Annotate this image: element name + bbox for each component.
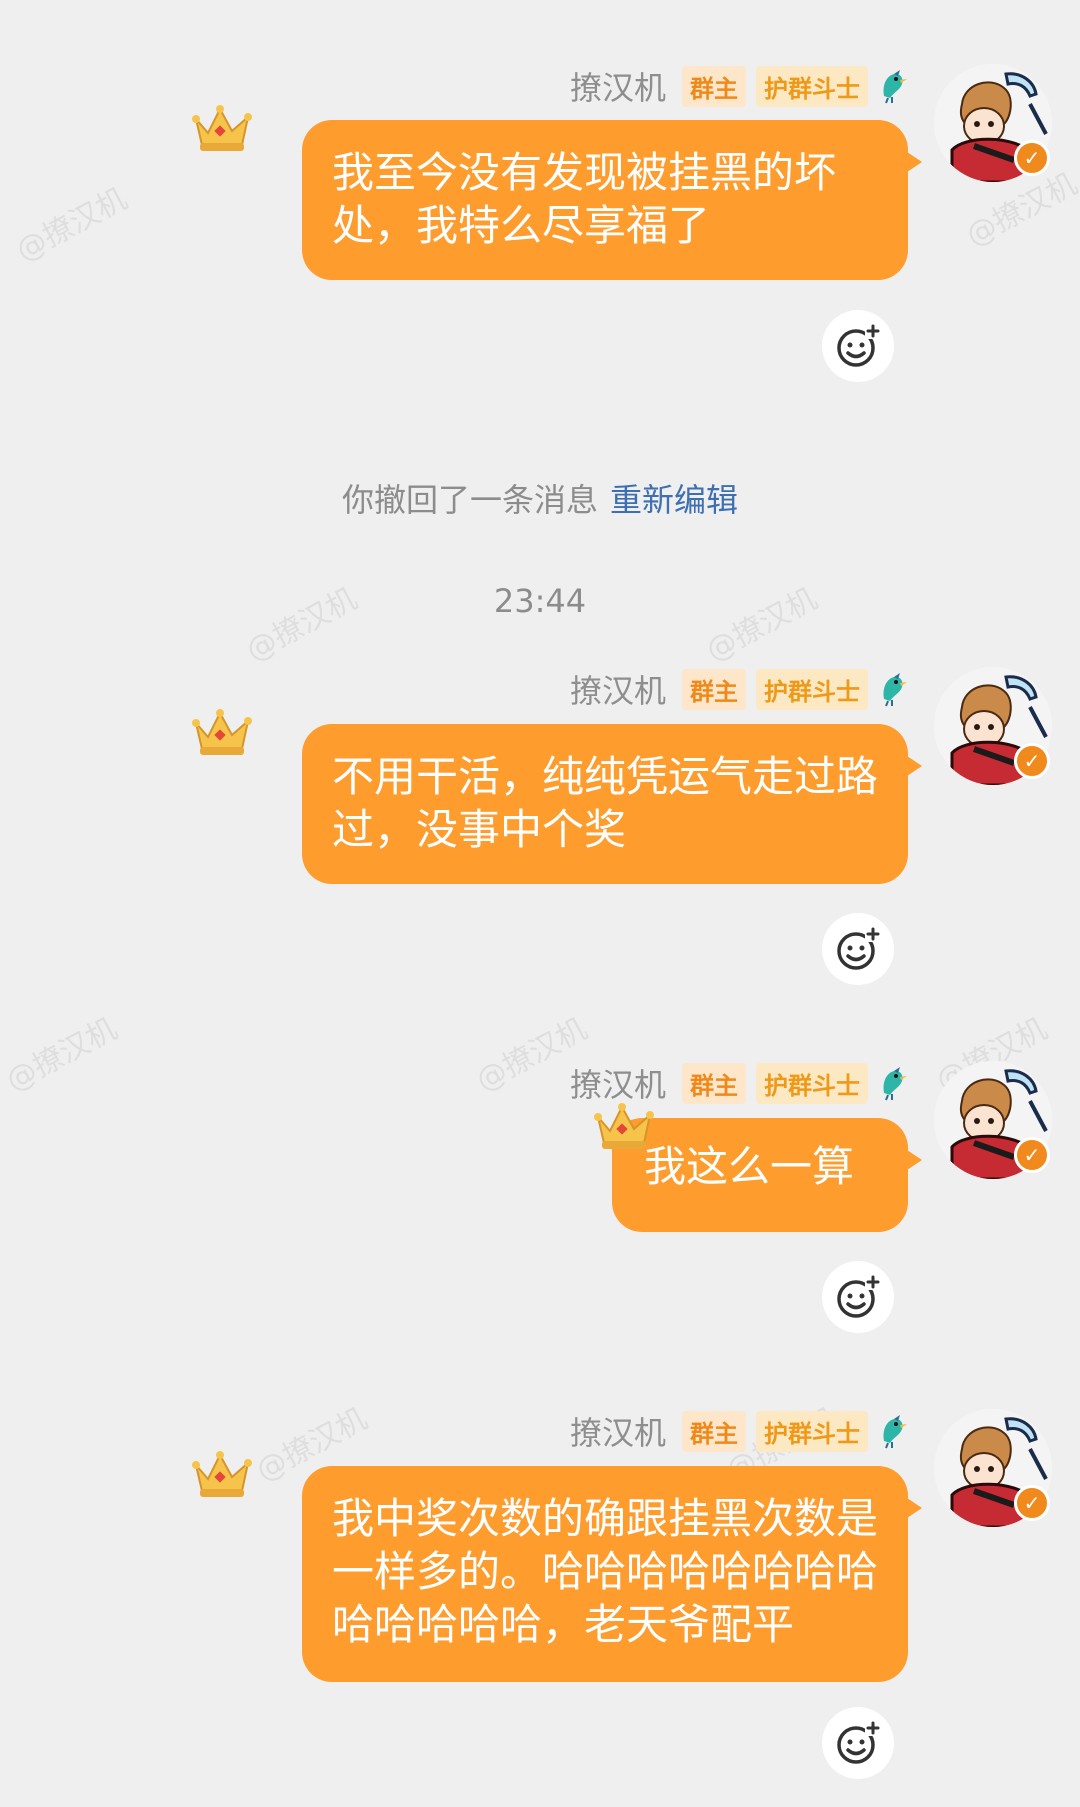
avatar[interactable]: ✓ (934, 1061, 1052, 1179)
message-bubble[interactable]: 不用干活，纯纯凭运气走过路 过，没事中个奖 (302, 724, 922, 884)
message-line: 我中奖次数的确跟挂黑次数是 (332, 1494, 879, 1543)
bird-icon (883, 673, 907, 707)
add-reaction-button[interactable] (822, 913, 894, 985)
re-edit-link[interactable]: 重新编辑 (610, 481, 738, 519)
message-bubble[interactable]: 我中奖次数的确跟挂黑次数是 一样多的。哈哈哈哈哈哈哈哈 哈哈哈哈哈，老天爷配平 (302, 1466, 922, 1682)
recall-notice: 你撤回了一条消息 重新编辑 (0, 475, 1080, 521)
bird-icon (883, 1415, 907, 1449)
add-reaction-icon (837, 1720, 881, 1764)
owner-badge: 群主 (682, 65, 746, 107)
add-reaction-button[interactable] (822, 310, 894, 382)
verified-icon: ✓ (1014, 1485, 1050, 1521)
message-line: 我至今没有发现被挂黑的坏 (332, 148, 837, 197)
owner-badge: 群主 (682, 668, 746, 710)
message-line: 过，没事中个奖 (332, 805, 627, 854)
message-header: 撩汉机 群主 护群斗士 (570, 1408, 908, 1454)
crown-icon (594, 1103, 654, 1149)
owner-badge: 群主 (682, 1410, 746, 1452)
add-reaction-icon (837, 926, 881, 970)
crown-icon (192, 709, 252, 755)
add-reaction-icon (837, 1274, 881, 1318)
add-reaction-button[interactable] (822, 1261, 894, 1333)
sender-name[interactable]: 撩汉机 (570, 63, 666, 109)
crown-icon (192, 105, 252, 151)
crown-icon (192, 1451, 252, 1497)
avatar[interactable]: ✓ (934, 667, 1052, 785)
bird-icon (883, 1067, 907, 1101)
sender-name[interactable]: 撩汉机 (570, 666, 666, 712)
watermark: @撩汉机 (0, 1011, 123, 1099)
message-line: 我这么一算 (644, 1142, 855, 1191)
message-line: 一样多的。哈哈哈哈哈哈哈哈 (332, 1547, 879, 1596)
message-header: 撩汉机 群主 护群斗士 (570, 666, 908, 712)
verified-icon: ✓ (1014, 743, 1050, 779)
avatar[interactable]: ✓ (934, 1409, 1052, 1527)
message-bubble[interactable]: 我这么一算 (612, 1118, 922, 1232)
message-bubble[interactable]: 我至今没有发现被挂黑的坏 处，我特么尽享福了 (302, 120, 922, 280)
owner-badge: 群主 (682, 1062, 746, 1104)
title-badge: 护群斗士 (756, 668, 868, 710)
verified-icon: ✓ (1014, 140, 1050, 176)
add-reaction-button[interactable] (822, 1707, 894, 1779)
recall-text: 你撤回了一条消息 (341, 481, 598, 519)
title-badge: 护群斗士 (756, 65, 868, 107)
chat-screen: @撩汉机 @撩汉机 @撩汉机 @撩汉机 @撩汉机 @撩汉机 @撩汉机 @撩汉机 … (0, 0, 1080, 1807)
add-reaction-icon (837, 323, 881, 367)
sender-name[interactable]: 撩汉机 (570, 1060, 666, 1106)
bird-icon (883, 70, 907, 104)
message-line: 处，我特么尽享福了 (332, 201, 711, 250)
sender-name[interactable]: 撩汉机 (570, 1408, 666, 1454)
avatar[interactable]: ✓ (934, 64, 1052, 182)
time-divider: 23:44 (493, 582, 587, 620)
title-badge: 护群斗士 (756, 1062, 868, 1104)
message-line: 哈哈哈哈哈，老天爷配平 (332, 1600, 795, 1649)
message-line: 不用干活，纯纯凭运气走过路 (332, 752, 879, 801)
message-header: 撩汉机 群主 护群斗士 (570, 63, 908, 109)
message-header: 撩汉机 群主 护群斗士 (570, 1060, 908, 1106)
title-badge: 护群斗士 (756, 1410, 868, 1452)
watermark: @撩汉机 (10, 181, 133, 269)
verified-icon: ✓ (1014, 1137, 1050, 1173)
